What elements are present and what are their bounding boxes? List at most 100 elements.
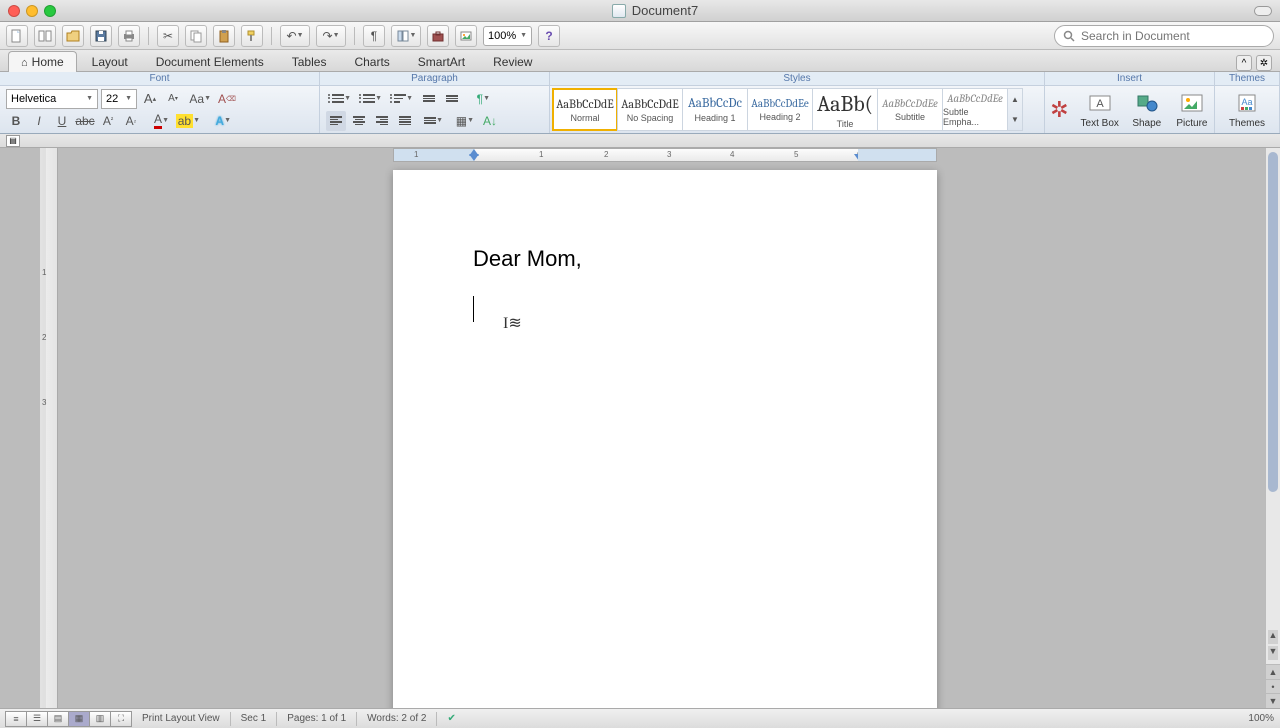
bold-button[interactable]: B bbox=[6, 111, 26, 131]
picture-button[interactable]: Picture bbox=[1170, 90, 1214, 129]
align-center-button[interactable] bbox=[349, 111, 369, 131]
font-size-selector[interactable]: 22▼ bbox=[101, 89, 137, 109]
page[interactable]: Dear Mom, I≋ bbox=[393, 170, 937, 708]
line-spacing-button[interactable]: ▼ bbox=[418, 111, 446, 131]
justify-button[interactable] bbox=[395, 111, 415, 131]
undo-button[interactable]: ↶ ▼ bbox=[280, 25, 310, 47]
style-item-normal[interactable]: AaBbCcDdENormal bbox=[552, 88, 618, 131]
page-content[interactable]: Dear Mom, bbox=[473, 245, 859, 324]
tab-document-elements[interactable]: Document Elements bbox=[143, 51, 277, 72]
previous-page-button[interactable]: ▲ bbox=[1266, 664, 1280, 679]
zoom-window-button[interactable] bbox=[44, 5, 56, 17]
style-item-subtle-empha-[interactable]: AaBbCcDdEeSubtle Empha... bbox=[942, 88, 1008, 131]
horizontal-ruler[interactable]: 1 1 2 3 4 5 6 7 bbox=[393, 148, 937, 162]
right-indent-marker[interactable] bbox=[854, 154, 864, 161]
subscript-button[interactable]: A₂ bbox=[121, 111, 141, 131]
fullscreen-view-button[interactable]: ⛶ bbox=[110, 711, 132, 727]
scroll-down-button[interactable]: ▼ bbox=[1268, 646, 1278, 660]
text-effects-button[interactable]: A ▼ bbox=[206, 111, 234, 131]
scroll-up-button[interactable]: ▲ bbox=[1268, 630, 1278, 644]
search-field[interactable] bbox=[1054, 25, 1274, 47]
format-painter-button[interactable] bbox=[241, 25, 263, 47]
sort-button[interactable]: A↓ bbox=[480, 111, 500, 131]
style-item-no-spacing[interactable]: AaBbCcDdENo Spacing bbox=[617, 88, 683, 131]
gallery-scroll-down[interactable]: ▼ bbox=[1008, 110, 1022, 131]
vertical-ruler[interactable]: 1 2 3 bbox=[40, 148, 58, 708]
tab-tables[interactable]: Tables bbox=[279, 51, 340, 72]
status-section[interactable]: Sec 1 bbox=[241, 713, 267, 724]
status-zoom[interactable]: 100% bbox=[1248, 713, 1274, 724]
document-canvas[interactable]: 1 1 2 3 4 5 6 7 Dear Mom, I≋ bbox=[58, 148, 1265, 708]
status-pages[interactable]: Pages: 1 of 1 bbox=[287, 713, 346, 724]
scrollbar-thumb[interactable] bbox=[1268, 152, 1278, 492]
shading-button[interactable]: ▦ ▼ bbox=[449, 111, 477, 131]
zoom-selector[interactable]: 100% ▼ bbox=[483, 26, 532, 46]
print-layout-view-button[interactable]: ▦ bbox=[68, 711, 90, 727]
left-indent-marker[interactable] bbox=[469, 154, 479, 161]
strikethrough-button[interactable]: abc bbox=[75, 111, 95, 131]
italic-button[interactable]: I bbox=[29, 111, 49, 131]
outline-view-button[interactable]: ☰ bbox=[26, 711, 48, 727]
notebook-view-button[interactable]: ▥ bbox=[89, 711, 111, 727]
paste-button[interactable] bbox=[213, 25, 235, 47]
tab-home[interactable]: ⌂Home bbox=[8, 51, 77, 72]
publishing-view-button[interactable]: ▤ bbox=[47, 711, 69, 727]
style-item-heading-1[interactable]: AaBbCcDcHeading 1 bbox=[682, 88, 748, 131]
ribbon-settings-button[interactable]: ✲ bbox=[1256, 55, 1272, 71]
sidebar-button[interactable]: ▼ bbox=[391, 25, 421, 47]
tab-charts[interactable]: Charts bbox=[341, 51, 402, 72]
minimize-window-button[interactable] bbox=[26, 5, 38, 17]
text-direction-button[interactable]: ¶ ▼ bbox=[465, 89, 493, 109]
media-browser-button[interactable] bbox=[455, 25, 477, 47]
close-window-button[interactable] bbox=[8, 5, 20, 17]
show-formatting-button[interactable]: ¶ bbox=[363, 25, 385, 47]
bullets-button[interactable]: ▼ bbox=[326, 89, 354, 109]
increase-indent-button[interactable] bbox=[442, 89, 462, 109]
font-name-selector[interactable]: Helvetica▼ bbox=[6, 89, 98, 109]
superscript-button[interactable]: A² bbox=[98, 111, 118, 131]
collapse-ribbon-button[interactable]: ^ bbox=[1236, 55, 1252, 71]
search-input[interactable] bbox=[1081, 29, 1265, 43]
next-page-button[interactable]: ▼ bbox=[1266, 693, 1280, 708]
shrink-font-button[interactable]: A▾ bbox=[163, 89, 183, 109]
style-item-title[interactable]: AaBb(Title bbox=[812, 88, 878, 131]
print-button[interactable] bbox=[118, 25, 140, 47]
cut-button[interactable]: ✂ bbox=[157, 25, 179, 47]
tab-review[interactable]: Review bbox=[480, 51, 545, 72]
toolbar-pill-button[interactable] bbox=[1254, 6, 1272, 16]
underline-button[interactable]: U bbox=[52, 111, 72, 131]
multilevel-list-button[interactable]: ▼ bbox=[388, 89, 416, 109]
style-item-heading-2[interactable]: AaBbCcDdEeHeading 2 bbox=[747, 88, 813, 131]
copy-button[interactable] bbox=[185, 25, 207, 47]
shape-button[interactable]: Shape bbox=[1126, 90, 1168, 129]
help-button[interactable]: ? bbox=[538, 25, 560, 47]
status-words[interactable]: Words: 2 of 2 bbox=[367, 713, 426, 724]
style-item-subtitle[interactable]: AaBbCcDdEeSubtitle bbox=[877, 88, 943, 131]
numbering-button[interactable]: ▼ bbox=[357, 89, 385, 109]
clear-formatting-button[interactable]: A⌫ bbox=[217, 89, 237, 109]
themes-button[interactable]: Aa Themes bbox=[1222, 90, 1272, 129]
grow-font-button[interactable]: A▴ bbox=[140, 89, 160, 109]
open-template-button[interactable] bbox=[34, 25, 56, 47]
vertical-scrollbar[interactable]: ▲ ▼ ▲ • ▼ bbox=[1265, 148, 1280, 708]
browse-object-button[interactable]: • bbox=[1266, 679, 1280, 694]
tab-smartart[interactable]: SmartArt bbox=[405, 51, 478, 72]
new-doc-button[interactable] bbox=[6, 25, 28, 47]
gallery-scroll-up[interactable]: ▲ bbox=[1008, 89, 1022, 110]
quick-styles-button[interactable]: ✲ bbox=[1045, 97, 1074, 123]
tab-layout[interactable]: Layout bbox=[79, 51, 141, 72]
spellcheck-icon[interactable]: ✔ bbox=[447, 713, 455, 724]
change-case-button[interactable]: Aa ▼ bbox=[186, 89, 214, 109]
save-button[interactable] bbox=[90, 25, 112, 47]
align-right-button[interactable] bbox=[372, 111, 392, 131]
textbox-button[interactable]: A Text Box bbox=[1076, 90, 1124, 129]
redo-button[interactable]: ↷ ▼ bbox=[316, 25, 346, 47]
highlight-button[interactable]: ab ▼ bbox=[175, 111, 203, 131]
toolbox-button[interactable] bbox=[427, 25, 449, 47]
decrease-indent-button[interactable] bbox=[419, 89, 439, 109]
font-color-button[interactable]: A ▼ bbox=[144, 111, 172, 131]
navigation-toggle-button[interactable]: ▤ bbox=[6, 135, 20, 147]
draft-view-button[interactable]: ≡ bbox=[5, 711, 27, 727]
align-left-button[interactable] bbox=[326, 111, 346, 131]
open-button[interactable] bbox=[62, 25, 84, 47]
